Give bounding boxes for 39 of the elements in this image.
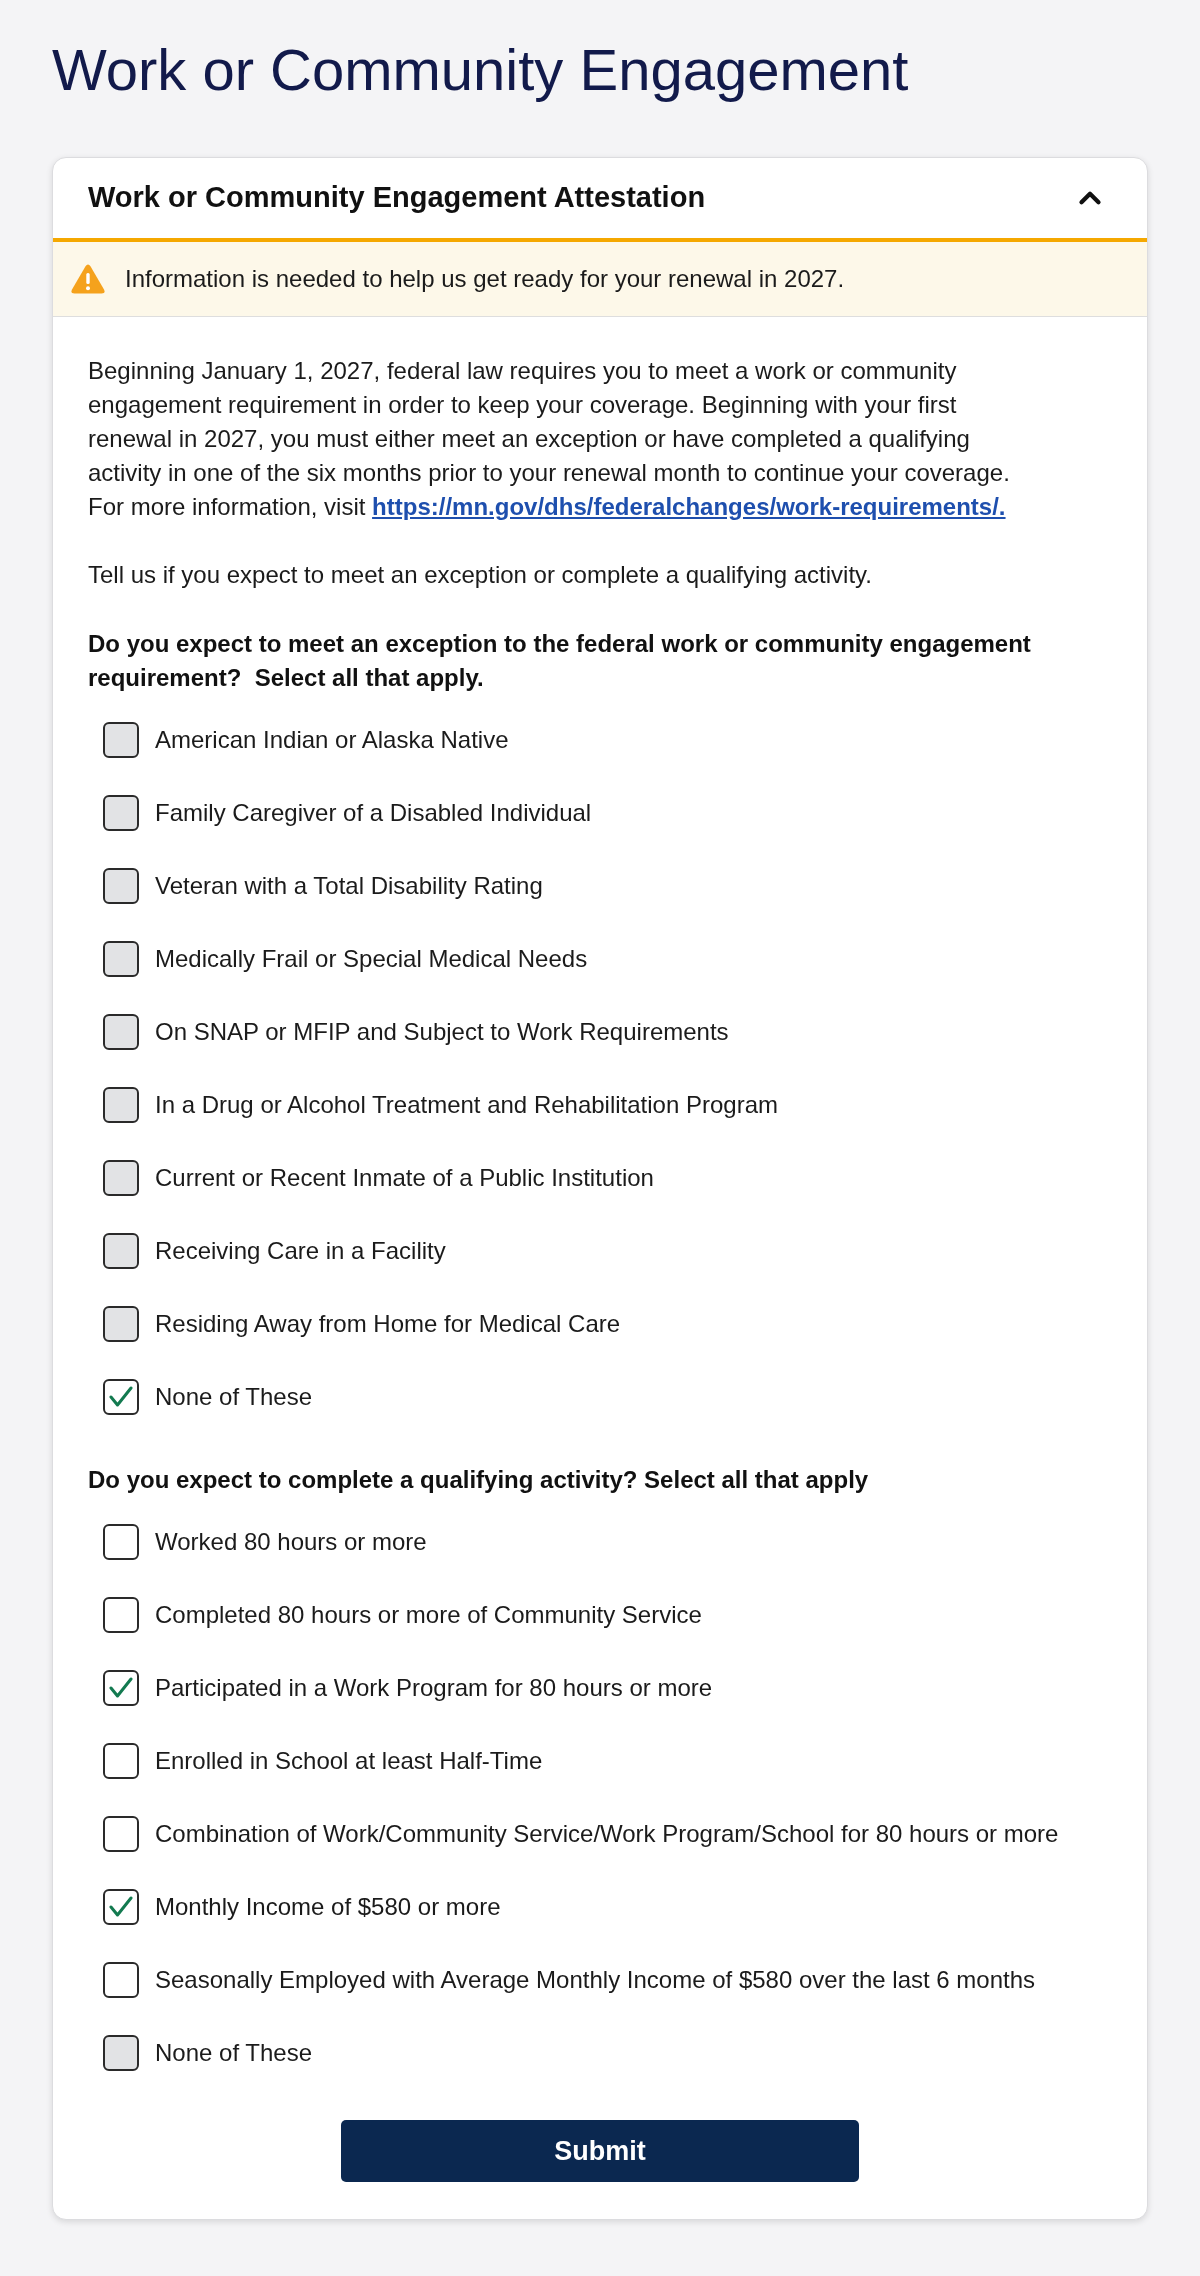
page-title: Work or Community Engagement — [52, 38, 910, 102]
checkbox-label: On SNAP or MFIP and Subject to Work Requirements — [155, 1016, 729, 1047]
link[interactable]: https://mn.gov/dhs/federalchanges/work-requirements/. — [372, 493, 1006, 520]
checkbox-label: American Indian or Alaska Native — [155, 724, 509, 755]
checkbox-label: Combination of Work/Community Service/Work Program/School for 80 hours or more — [155, 1818, 1059, 1849]
checkbox-label: None of These — [155, 2037, 312, 2068]
alert-text: Information is needed to help us get ready for your renewal in 2027. — [125, 264, 845, 294]
checkbox-label: Veteran with a Total Disability Rating — [155, 870, 543, 901]
checkbox[interactable] — [103, 1523, 139, 1560]
checkbox[interactable] — [103, 1742, 139, 1779]
intro-paragraph: Beginning January 1, 2027, federal law requires you to meet a work or community engagement requirement in order to keep your coverage. Beginning with your first renewal in 2027, you must either meet an exception or have completed a qualifying activity in one of the six months prior to your renewal month to continue your coverage. For more information, visit https://mn.gov/dhs/federalchanges/work-requirements/. — [88, 356, 1011, 522]
question-text: Do you expect to meet an exception to the federal work or community engagement requirement? Select all that apply. — [88, 629, 1032, 693]
checkbox-label: Enrolled in School at least Half-Time — [155, 1745, 543, 1776]
checkbox-label: Receiving Care in a Facility — [155, 1235, 446, 1266]
warning-icon — [71, 264, 105, 294]
checkbox-label: Medically Frail or Special Medical Needs — [155, 943, 588, 974]
checkbox-label: Seasonally Employed with Average Monthly Income of $580 over the last 6 months — [155, 1964, 1036, 1995]
checkbox-label: Residing Away from Home for Medical Care — [155, 1308, 621, 1339]
check-icon — [109, 1896, 133, 1917]
accordion-title: Work or Community Engagement Attestation — [88, 180, 706, 216]
check-icon — [109, 1677, 133, 1698]
checkbox[interactable] — [103, 1961, 139, 1998]
checkbox[interactable] — [103, 1888, 139, 1925]
checkbox[interactable] — [103, 1815, 139, 1852]
checkbox-label: Monthly Income of $580 or more — [155, 1891, 501, 1922]
checkbox-label: None of These — [155, 1381, 312, 1412]
submit-button[interactable]: Submit — [341, 2120, 859, 2182]
prompt-text: Tell us if you expect to meet an exception or complete a qualifying activity. — [88, 560, 873, 590]
checkbox-label: Family Caregiver of a Disabled Individual — [155, 797, 592, 828]
question-text: Do you expect to complete a qualifying activity? Select all that apply — [88, 1465, 870, 1495]
checkbox-label: In a Drug or Alcohol Treatment and Rehabilitation Program — [155, 1089, 778, 1120]
checkbox-label: Current or Recent Inmate of a Public Institution — [155, 1162, 654, 1193]
checkbox[interactable] — [103, 1596, 139, 1633]
checkbox-label: Completed 80 hours or more of Community Service — [155, 1599, 702, 1630]
checkbox[interactable] — [103, 1378, 139, 1415]
check-icon — [109, 1386, 133, 1407]
checkbox-label: Worked 80 hours or more — [155, 1526, 427, 1557]
checkbox-label: Participated in a Work Program for 80 hours or more — [155, 1672, 713, 1703]
checkbox[interactable] — [103, 1669, 139, 1706]
